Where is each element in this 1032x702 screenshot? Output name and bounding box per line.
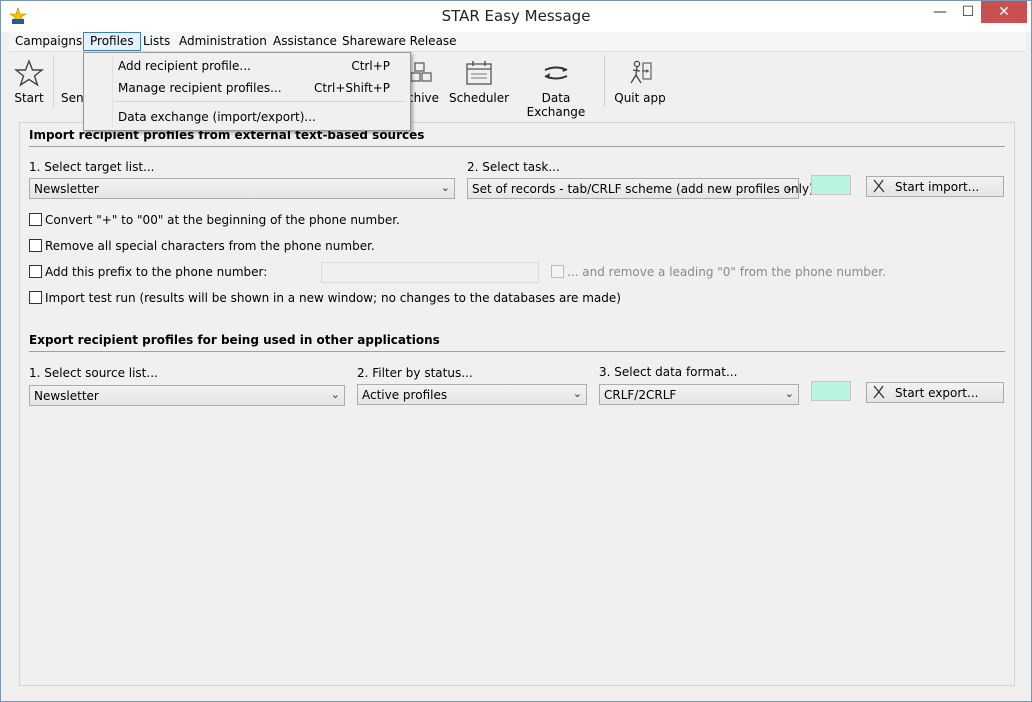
archive-icon — [410, 62, 432, 82]
app-window: STAR Easy Message — ☐ ✕ Campaigns Profil… — [0, 0, 1032, 702]
scheduler-tool-button[interactable]: Scheduler — [449, 53, 509, 113]
import-test-run-checkbox[interactable] — [29, 291, 42, 304]
menu-profiles[interactable]: Profiles — [83, 32, 141, 51]
task-value: Set of records - tab/CRLF scheme (add ne… — [472, 182, 814, 196]
data-exchange-menu-label: Data exchange (import/export)... — [118, 110, 316, 124]
start-export-button[interactable]: Start export... — [866, 382, 1004, 403]
start-import-button[interactable]: Start import... — [866, 176, 1004, 197]
target-list-value: Newsletter — [34, 182, 99, 196]
menu-add-recipient-profile[interactable]: Add recipient profile... Ctrl+P — [84, 56, 410, 76]
add-prefix-label: Add this prefix to the phone number: — [45, 265, 268, 279]
close-button[interactable]: ✕ — [981, 1, 1027, 23]
calendar-icon — [466, 61, 492, 85]
status-filter-value: Active profiles — [362, 388, 448, 402]
convert-plus-label: Convert "+" to "00" at the beginning of … — [45, 213, 400, 227]
scheduler-label: Scheduler — [449, 91, 510, 105]
add-recipient-profile-label: Add recipient profile... — [118, 59, 251, 73]
start-tool-button[interactable]: Start — [9, 53, 49, 113]
data-exchange-panel: Import recipient profiles from external … — [19, 122, 1015, 686]
data-exchange-tool-button[interactable]: Data Exchange — [516, 53, 596, 119]
chevron-down-icon: ⌄ — [330, 388, 340, 401]
chevron-down-icon: ⌄ — [784, 181, 794, 194]
manage-recipient-profiles-shortcut: Ctrl+Shift+P — [314, 81, 390, 95]
manage-recipient-profiles-label: Manage recipient profiles... — [118, 81, 282, 95]
x-mark-icon — [873, 385, 885, 399]
add-prefix-checkbox[interactable] — [29, 265, 42, 278]
start-export-label: Start export... — [895, 386, 979, 400]
add-recipient-profile-shortcut: Ctrl+P — [351, 59, 390, 73]
archive-tool-button[interactable]: chive — [407, 53, 441, 113]
import-test-run-label: Import test run (results will be shown i… — [45, 291, 621, 305]
profiles-dropdown-menu: Add recipient profile... Ctrl+P Manage r… — [83, 52, 411, 131]
import-divider — [29, 146, 1005, 147]
start-label: Start — [14, 91, 44, 105]
menu-manage-recipient-profiles[interactable]: Manage recipient profiles... Ctrl+Shift+… — [84, 78, 410, 98]
archive-label: chive — [407, 91, 440, 105]
x-mark-icon — [873, 179, 885, 193]
status-filter-select[interactable]: Active profiles ⌄ — [357, 384, 587, 405]
export-divider — [29, 351, 1005, 352]
start-import-label: Start import... — [895, 180, 980, 194]
window-title: STAR Easy Message — [441, 7, 591, 25]
export-section-title: Export recipient profiles for being used… — [29, 333, 440, 347]
remove-special-chars-label: Remove all special characters from the p… — [45, 239, 375, 253]
chevron-down-icon: ⌄ — [440, 181, 450, 194]
menu-data-exchange[interactable]: Data exchange (import/export)... — [84, 107, 410, 127]
toolbar-separator — [53, 55, 54, 107]
convert-plus-checkbox[interactable] — [29, 213, 42, 226]
menu-administration[interactable]: Administration — [173, 32, 273, 51]
task-select[interactable]: Set of records - tab/CRLF scheme (add ne… — [467, 178, 814, 199]
minimize-button[interactable]: — — [925, 1, 955, 23]
toolbar-separator — [604, 55, 605, 107]
source-list-select[interactable]: Newsletter ⌄ — [29, 385, 345, 406]
exit-person-icon — [630, 60, 652, 84]
data-format-label: 3. Select data format... — [599, 365, 738, 379]
data-format-select[interactable]: CRLF/2CRLF ⌄ — [599, 384, 799, 405]
chevron-down-icon: ⌄ — [784, 387, 794, 400]
task-label: 2. Select task... — [467, 160, 560, 174]
export-status-swatch — [811, 381, 851, 401]
import-status-swatch — [811, 175, 851, 195]
data-exchange-label: Data Exchange — [526, 91, 586, 119]
status-filter-label: 2. Filter by status... — [357, 366, 473, 380]
menu-campaigns[interactable]: Campaigns — [9, 32, 88, 51]
quit-tool-button[interactable]: Quit app — [613, 53, 667, 113]
menu-separator — [114, 101, 406, 102]
menu-bar: Campaigns Profiles Lists Administration … — [9, 32, 1025, 52]
send-label: Sen — [61, 91, 84, 105]
data-format-value: CRLF/2CRLF — [604, 388, 677, 402]
prefix-input[interactable] — [321, 262, 539, 283]
source-list-value: Newsletter — [34, 389, 99, 403]
exchange-arrows-icon — [544, 66, 568, 80]
menu-lists[interactable]: Lists — [137, 32, 176, 51]
remove-leading-zero-label: ... and remove a leading "0" from the ph… — [567, 265, 886, 279]
quit-label: Quit app — [614, 91, 666, 105]
remove-special-chars-checkbox[interactable] — [29, 239, 42, 252]
chevron-down-icon: ⌄ — [572, 387, 582, 400]
menu-assistance[interactable]: Assistance — [267, 32, 343, 51]
remove-leading-zero-checkbox[interactable] — [551, 265, 564, 278]
target-list-label: 1. Select target list... — [29, 160, 155, 174]
source-list-label: 1. Select source list... — [29, 366, 158, 380]
target-list-select[interactable]: Newsletter ⌄ — [29, 178, 455, 199]
title-bar: STAR Easy Message — ☐ ✕ — [1, 1, 1031, 32]
menu-shareware-release[interactable]: Shareware Release — [336, 32, 463, 51]
star-icon — [14, 59, 44, 87]
maximize-button[interactable]: ☐ — [955, 1, 981, 23]
